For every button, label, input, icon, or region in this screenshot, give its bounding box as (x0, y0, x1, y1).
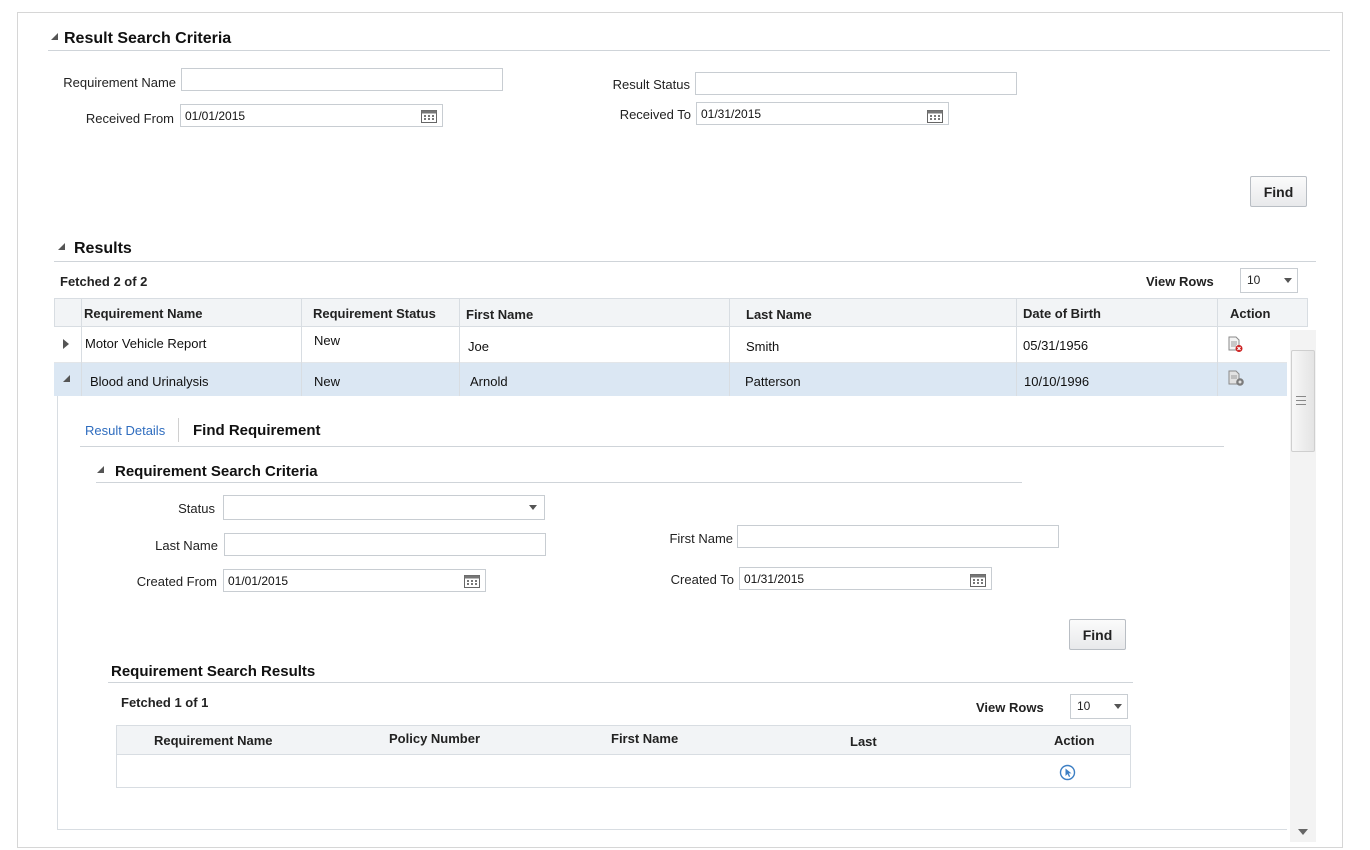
status-select[interactable] (223, 495, 545, 520)
column-header[interactable]: Last (850, 734, 877, 749)
last-name-cell: Patterson (745, 374, 801, 389)
view-rows-value: 10 (1077, 699, 1091, 713)
tab-underline (80, 446, 1224, 447)
requirement-name-cell: Blood and Urinalysis (90, 374, 209, 389)
requirement-name-cell: Motor Vehicle Report (85, 336, 207, 351)
first-name-input[interactable] (737, 525, 1059, 548)
view-rows-label: View Rows (1146, 274, 1214, 289)
calendar-icon[interactable] (421, 109, 437, 123)
requirement-name-label: Requirement Name (63, 75, 176, 90)
result-search-criteria-title: Result Search Criteria (64, 30, 232, 47)
requirement-search-criteria-title: Requirement Search Criteria (115, 463, 318, 480)
chevron-down-icon (529, 505, 537, 510)
requirement-name-input[interactable] (181, 68, 503, 91)
column-header[interactable]: First Name (466, 307, 533, 322)
scrollbar-thumb[interactable] (1291, 350, 1315, 452)
calendar-icon[interactable] (970, 573, 986, 587)
last-name-input[interactable] (224, 533, 546, 556)
requirement-status-cell: New (314, 333, 341, 348)
column-header[interactable]: Requirement Name (84, 306, 202, 321)
status-label: Status (178, 501, 215, 516)
find-button[interactable]: Find (1250, 176, 1307, 207)
first-name-cell: Arnold (470, 374, 508, 389)
collapse-results-icon[interactable] (58, 243, 65, 250)
find-requirement-button[interactable]: Find (1069, 619, 1126, 650)
last-name-label: Last Name (155, 538, 218, 553)
created-from-label: Created From (136, 574, 217, 589)
created-from-input[interactable] (223, 569, 486, 592)
column-header[interactable]: Date of Birth (1023, 306, 1101, 321)
column-header[interactable]: Last Name (746, 307, 812, 322)
view-rows-value: 10 (1247, 273, 1261, 287)
column-separator (459, 299, 460, 396)
column-header[interactable]: Action (1054, 733, 1094, 748)
section-divider (48, 50, 1330, 51)
collapse-section-icon[interactable] (51, 33, 58, 40)
received-to-input[interactable] (696, 102, 949, 125)
received-from-label: Received From (85, 111, 174, 126)
section-divider (54, 261, 1316, 262)
chevron-down-icon (1114, 704, 1122, 709)
created-to-input[interactable] (739, 567, 992, 590)
collapse-criteria-icon[interactable] (97, 466, 104, 473)
last-name-cell: Smith (746, 339, 780, 354)
table-row[interactable] (54, 327, 1287, 363)
select-action-icon[interactable] (1059, 764, 1076, 781)
results-title: Results (74, 240, 132, 257)
tab-separator (178, 418, 179, 442)
scroll-down-icon[interactable] (1298, 829, 1308, 835)
results-table-header (54, 298, 1308, 327)
first-name-label: First Name (669, 531, 733, 546)
column-header[interactable]: Policy Number (389, 731, 480, 746)
chevron-down-icon (1284, 278, 1292, 283)
calendar-icon[interactable] (927, 109, 943, 123)
collapse-row-icon[interactable] (63, 375, 70, 382)
column-header[interactable]: Action (1230, 306, 1270, 321)
result-status-label: Result Status (612, 77, 690, 92)
created-to-label: Created To (670, 572, 734, 587)
column-separator (1217, 299, 1218, 396)
column-header[interactable]: First Name (611, 731, 678, 746)
document-delete-icon[interactable] (1228, 336, 1244, 353)
received-to-label: Received To (619, 107, 691, 122)
column-separator (729, 299, 730, 396)
column-header[interactable]: Requirement Status (313, 306, 436, 321)
grip-icon (1296, 396, 1306, 397)
requirement-status-cell: New (314, 374, 341, 389)
fetched-count: Fetched 2 of 2 (60, 274, 148, 289)
requirement-search-results-title: Requirement Search Results (111, 663, 316, 680)
table-row-selected[interactable] (54, 363, 1287, 396)
dob-cell: 10/10/1996 (1024, 374, 1090, 389)
section-divider (108, 682, 1133, 683)
dob-cell: 05/31/1956 (1023, 338, 1089, 353)
calendar-icon[interactable] (464, 574, 480, 588)
column-header[interactable]: Requirement Name (154, 733, 272, 748)
column-separator (1016, 299, 1017, 396)
tab-find-requirement[interactable]: Find Requirement (193, 422, 321, 439)
document-settings-icon[interactable] (1228, 370, 1245, 387)
column-separator (301, 299, 302, 396)
view-rows-label: View Rows (976, 700, 1044, 715)
fetched-count: Fetched 1 of 1 (121, 695, 209, 710)
section-divider (96, 482, 1022, 483)
expand-row-icon[interactable] (63, 339, 69, 349)
column-separator (81, 299, 82, 396)
received-from-input[interactable] (180, 104, 443, 127)
first-name-cell: Joe (468, 339, 489, 354)
result-status-input[interactable] (695, 72, 1017, 95)
tab-result-details[interactable]: Result Details (85, 423, 165, 438)
